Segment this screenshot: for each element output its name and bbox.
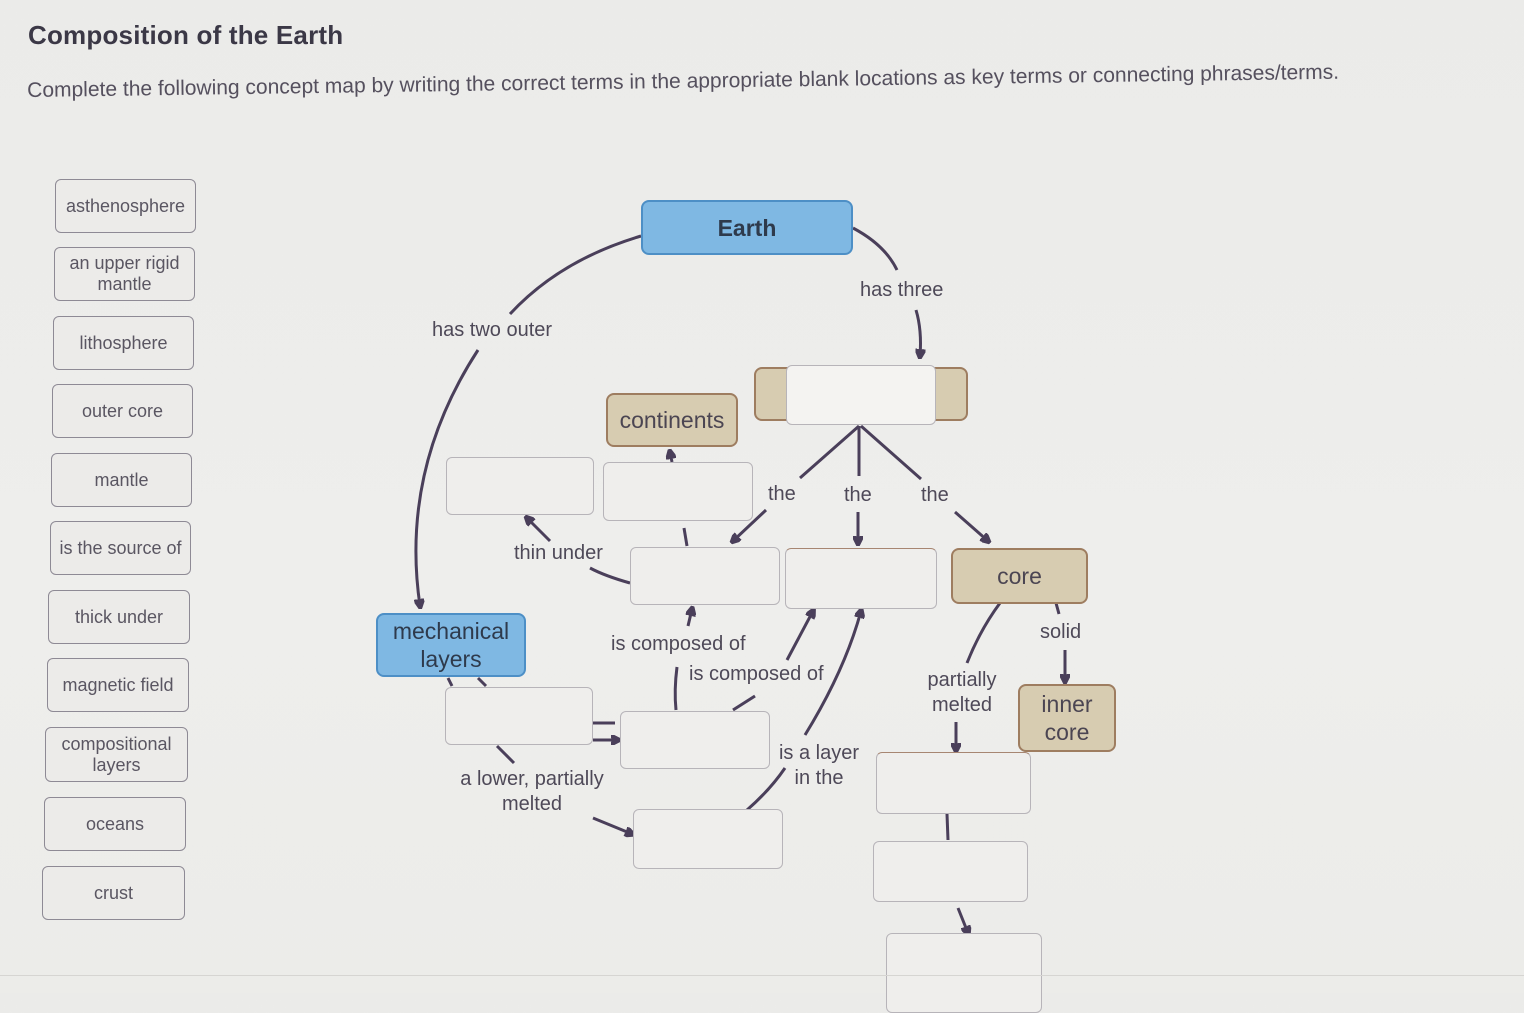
link-earth-has-two-outer <box>508 234 642 316</box>
label-is-a-layer-in-the: is a layer in the <box>778 742 860 789</box>
link-thin-under-line <box>589 566 631 585</box>
node-mechanical-layers: mechanical layers <box>376 613 526 677</box>
link-lower-slot-a <box>495 744 516 765</box>
blank-slot-lithosphere[interactable] <box>445 687 593 745</box>
blank-slot-upper-rigid-mantle[interactable] <box>620 711 770 769</box>
label-solid: solid <box>1040 621 1082 643</box>
node-earth: Earth <box>641 200 853 255</box>
label-the-left: the <box>768 483 796 505</box>
label-the-middle: the <box>844 484 872 506</box>
link-earth-has-three <box>852 226 899 271</box>
link-the-right-top <box>860 424 922 481</box>
label-is-composed-of-2: is composed of <box>689 663 824 685</box>
link-thin-under-arrow <box>527 518 552 543</box>
label-partially-melted: partially melted <box>927 669 997 716</box>
blank-slot-mantle[interactable] <box>785 548 937 609</box>
link-crust-to-continents-slot <box>682 527 689 547</box>
link-composed-1-line <box>673 666 679 711</box>
node-continents: continents <box>606 393 738 447</box>
blank-slot-compositional-layers[interactable] <box>786 365 936 425</box>
bottom-divider <box>0 975 1524 976</box>
link-the-right-bottom <box>954 510 988 541</box>
blank-slot-oceans[interactable] <box>446 457 594 515</box>
node-inner-core: inner core <box>1018 684 1116 752</box>
label-has-two-outer: has two outer <box>432 319 553 341</box>
link-composed-1-arrow <box>688 609 692 627</box>
link-bottom-2 <box>956 907 968 933</box>
link-the-left-top <box>799 424 860 480</box>
link-composed-2-arrow <box>785 611 813 661</box>
blank-slot-thick-under[interactable] <box>603 462 753 521</box>
blank-slot-outer-core[interactable] <box>876 752 1031 814</box>
blank-slot-crust[interactable] <box>630 547 780 605</box>
link-mech-right <box>476 676 488 688</box>
node-core: core <box>951 548 1088 604</box>
link-has-three-arrow <box>914 309 921 356</box>
link-mech-left <box>446 677 454 687</box>
blank-slot-magnetic-field[interactable] <box>886 933 1042 1013</box>
blank-slot-asthenosphere[interactable] <box>633 809 783 869</box>
label-thin-under: thin under <box>514 542 603 564</box>
link-core-partially-melted <box>965 602 1002 664</box>
link-bottom-1 <box>945 813 950 841</box>
label-has-three: has three <box>860 279 944 301</box>
link-composed-2-line <box>732 694 756 712</box>
label-the-right: the <box>921 484 949 506</box>
link-continents-arrow <box>670 452 672 463</box>
label-is-composed-of-1: is composed of <box>611 633 746 655</box>
label-a-lower-partially-melted: a lower, partially melted <box>460 768 604 815</box>
blank-slot-is-the-source-of[interactable] <box>873 841 1028 902</box>
link-lower-arrow <box>592 816 632 834</box>
link-core-solid <box>1054 602 1061 615</box>
